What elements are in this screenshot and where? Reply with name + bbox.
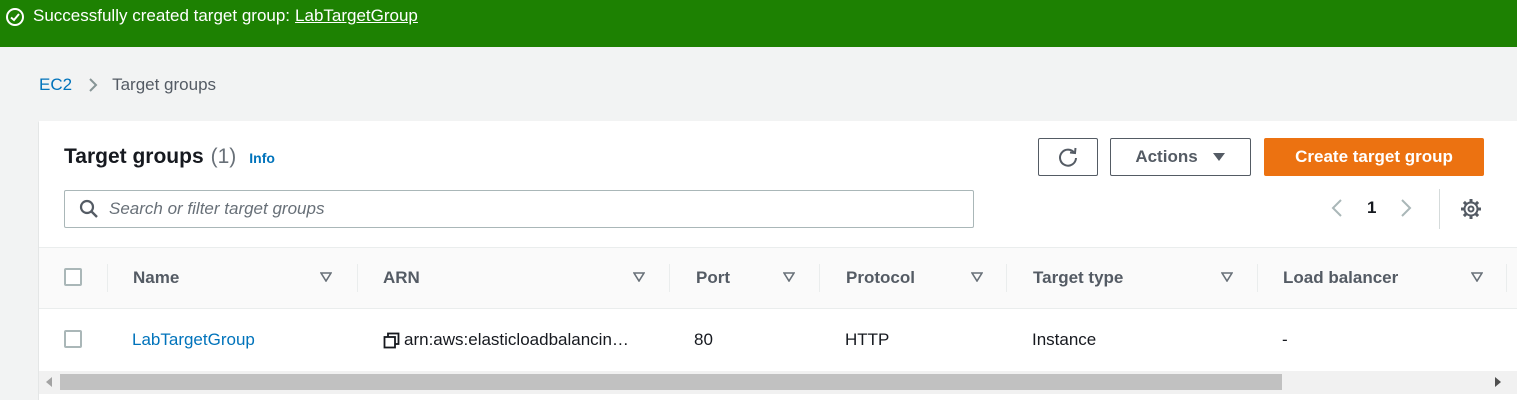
row-checkbox[interactable] <box>64 330 82 348</box>
panel-count: (1) <box>210 145 237 168</box>
caret-down-icon <box>1212 153 1225 161</box>
sort-icon <box>1471 272 1483 282</box>
horizontal-scrollbar[interactable] <box>39 371 1517 394</box>
info-link[interactable]: Info <box>249 150 275 166</box>
select-all-checkbox[interactable] <box>64 268 82 286</box>
column-header-arn[interactable]: ARN <box>383 248 670 308</box>
column-header-target-type[interactable]: Target type <box>1033 248 1258 308</box>
column-divider <box>819 264 820 292</box>
cell-target-type: Instance <box>1032 330 1097 349</box>
column-header-port[interactable]: Port <box>696 248 820 308</box>
panel-title-text: Target groups <box>64 145 204 168</box>
pager-divider <box>1439 189 1440 229</box>
search-input[interactable] <box>109 199 969 219</box>
breadcrumb-current: Target groups <box>112 75 217 94</box>
create-target-group-label: Create target group <box>1295 147 1453 166</box>
chevron-right-icon[interactable] <box>1398 197 1414 219</box>
table-header: Name ARN Port Protocol Target type Load … <box>39 247 1517 309</box>
cell-port: 80 <box>694 330 713 349</box>
actions-button[interactable]: Actions <box>1110 138 1251 176</box>
scroll-left-arrow-icon[interactable] <box>45 377 53 387</box>
column-divider <box>107 264 108 292</box>
cell-name: LabTargetGroup <box>132 309 255 371</box>
column-divider <box>669 264 670 292</box>
sort-icon <box>971 272 983 282</box>
actions-label: Actions <box>1135 147 1198 166</box>
pagination: 1 <box>1329 197 1414 219</box>
refresh-button[interactable] <box>1038 138 1098 176</box>
sort-icon <box>1221 272 1233 282</box>
column-header-label: ARN <box>383 268 420 287</box>
chevron-right-icon <box>89 78 98 92</box>
column-header-label: Protocol <box>846 268 915 287</box>
breadcrumb: EC2 Target groups <box>39 75 216 95</box>
column-header-name[interactable]: Name <box>133 248 358 308</box>
column-header-protocol[interactable]: Protocol <box>846 248 1007 308</box>
column-divider <box>1506 264 1507 292</box>
column-header-label: Target type <box>1033 268 1124 287</box>
refresh-icon <box>1059 147 1077 167</box>
sort-icon <box>633 272 645 282</box>
column-header-label: Load balancer <box>1283 268 1399 287</box>
cell-arn: arn:aws:elasticloadbalancin… <box>383 309 629 371</box>
copy-icon[interactable] <box>383 332 400 349</box>
flash-message: Successfully created target group: <box>33 6 291 25</box>
success-flash-banner: Successfully created target group: LabTa… <box>0 0 1517 47</box>
column-divider <box>1006 264 1007 292</box>
column-divider <box>1257 264 1258 292</box>
cell-protocol: HTTP <box>845 330 890 349</box>
scroll-right-arrow-icon[interactable] <box>1494 377 1502 387</box>
flash-target-group-link[interactable]: LabTargetGroup <box>295 6 418 26</box>
search-icon <box>79 199 98 218</box>
column-divider <box>357 264 358 292</box>
column-header-label: Port <box>696 268 730 287</box>
cell-load-balancer: - <box>1282 330 1288 349</box>
breadcrumb-ec2-link[interactable]: EC2 <box>39 75 72 95</box>
page-number[interactable]: 1 <box>1367 198 1376 218</box>
arn-value: arn:aws:elasticloadbalancin… <box>404 330 629 349</box>
table-row[interactable]: LabTargetGroup arn:aws:elasticloadbalanc… <box>39 309 1517 371</box>
target-group-link[interactable]: LabTargetGroup <box>132 330 255 350</box>
page-title: Target groups (1) Info <box>64 145 275 169</box>
gear-icon[interactable] <box>1460 198 1482 220</box>
column-header-label: Name <box>133 268 180 287</box>
sort-icon <box>783 272 795 282</box>
column-header-load-balancer[interactable]: Load balancer <box>1283 248 1508 308</box>
search-box <box>64 190 974 228</box>
create-target-group-button[interactable]: Create target group <box>1264 138 1484 176</box>
target-groups-panel: Target groups (1) Info Actions Create ta… <box>39 121 1517 400</box>
chevron-left-icon[interactable] <box>1329 197 1345 219</box>
scrollbar-thumb[interactable] <box>60 374 1282 390</box>
check-circle-icon <box>6 8 24 26</box>
sort-icon <box>320 272 332 282</box>
